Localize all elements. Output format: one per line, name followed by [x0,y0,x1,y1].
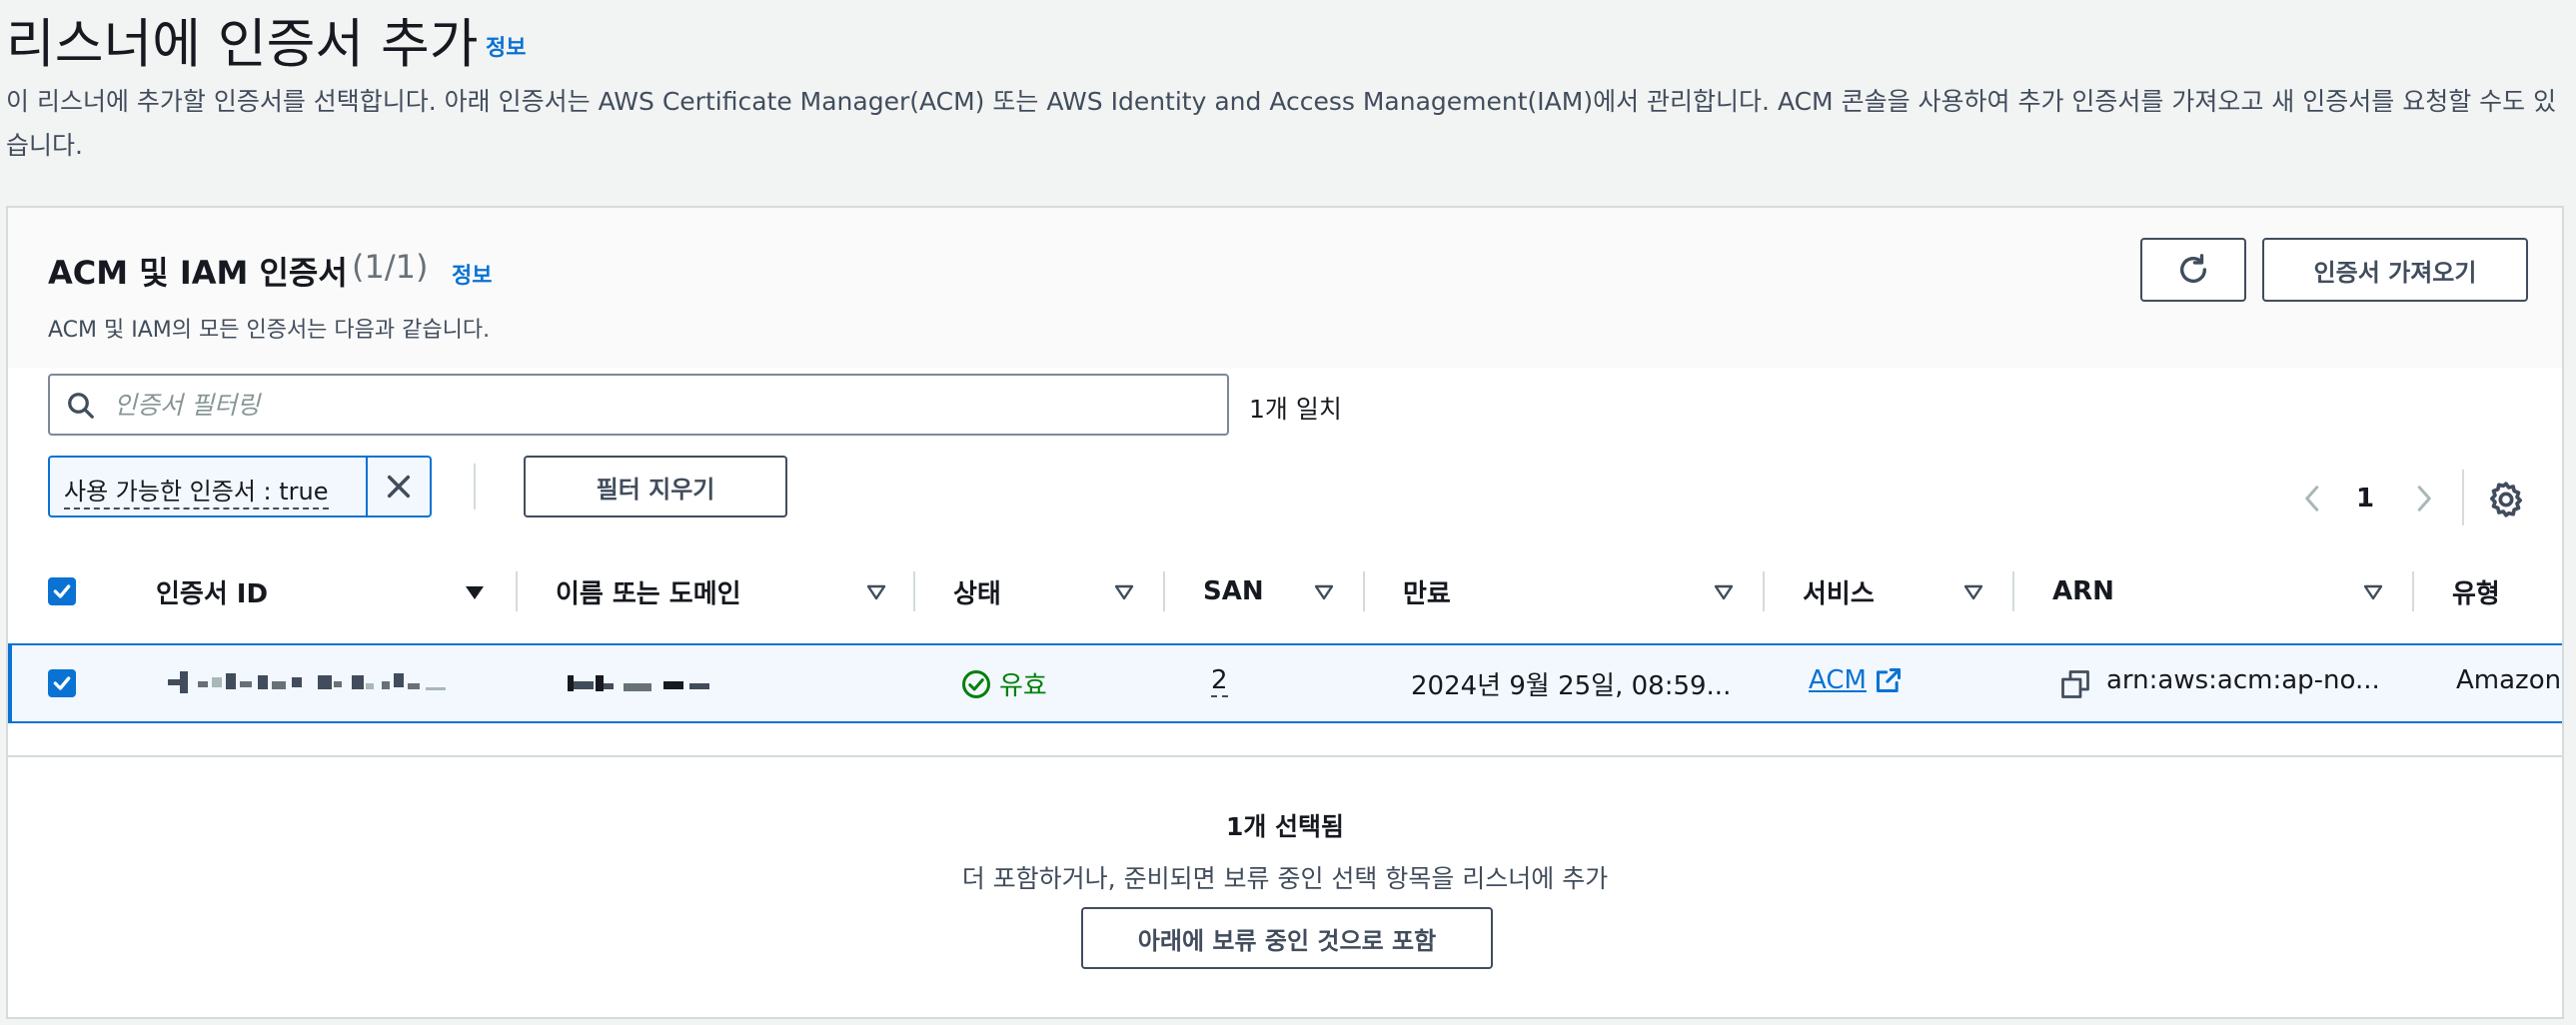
page-description: 이 리스너에 추가할 인증서를 선택합니다. 아래 인증서는 AWS Certi… [6,87,2557,160]
filter-token: 사용 가능한 인증서 : true [48,456,432,517]
san-count[interactable]: 2 [1211,665,1228,697]
page-title: 리스너에 인증서 추가 [6,14,479,75]
panel-count: (1/1) [352,248,429,286]
certificates-panel: ACM 및 IAM 인증서 (1/1) 정보 ACM 및 IAM의 모든 인증서… [6,206,2564,1019]
gear-icon[interactable] [2486,480,2526,519]
panel-description: ACM 및 IAM의 모든 인증서는 다음과 같습니다. [48,318,491,343]
column-divider[interactable] [1763,571,1765,611]
check-icon [53,584,71,598]
chevron-left-icon[interactable] [2298,484,2328,513]
row-checkbox[interactable] [48,669,76,697]
external-link-icon [1876,667,1901,693]
chevron-right-icon[interactable] [2408,484,2438,513]
refresh-button[interactable] [2140,238,2246,302]
service-link-label: ACM [1809,665,1867,695]
sort-icon[interactable] [1713,583,1735,601]
filter-token-label[interactable]: 사용 가능한 인증서 : true [64,472,329,510]
sort-icon[interactable] [865,583,887,601]
column-header-status[interactable]: 상태 [953,567,1001,615]
page-header: 리스너에 인증서 추가 정보 이 리스너에 추가할 인증서를 선택합니다. 아래… [0,0,2576,206]
check-icon [53,676,71,690]
include-pending-button[interactable]: 아래에 보류 중인 것으로 포함 [1081,907,1493,969]
certificate-filter [48,374,1229,436]
panel-title: ACM 및 IAM 인증서 [48,254,348,292]
column-header-arn[interactable]: ARN [2052,567,2114,615]
sort-icon[interactable] [1113,583,1135,601]
column-divider[interactable] [516,571,518,611]
search-input[interactable] [114,380,1213,430]
redacted-certificate-id [168,671,446,693]
column-header-certificate-id[interactable]: 인증서 ID [156,567,268,615]
arn-value: arn:aws:acm:ap-no... [2106,665,2380,695]
import-certificate-button[interactable]: 인증서 가져오기 [2262,238,2528,302]
column-header-expiry[interactable]: 만료 [1403,567,1451,615]
selected-count: 1개 선택됨 [1225,812,1345,841]
select-all-checkbox[interactable] [48,577,76,605]
sort-desc-icon[interactable] [464,583,486,601]
column-divider[interactable] [2012,571,2014,611]
status-badge: 유효 [961,665,1047,702]
panel-info-link[interactable]: 정보 [452,258,492,290]
page-info-link[interactable]: 정보 [486,30,526,62]
close-icon [387,475,411,499]
copy-icon[interactable] [2060,669,2090,699]
refresh-icon [2179,254,2207,283]
page-number[interactable]: 1 [2356,484,2374,513]
success-check-icon [962,669,990,698]
column-header-name-domain[interactable]: 이름 또는 도메인 [556,567,741,615]
service-link[interactable]: ACM [1809,665,1903,695]
sort-icon[interactable] [2362,583,2384,601]
sort-icon[interactable] [1313,583,1335,601]
column-divider[interactable] [913,571,915,611]
redacted-domain-name [568,675,709,691]
column-divider[interactable] [2412,571,2414,611]
match-count: 1개 일치 [1249,395,1342,424]
selection-summary: 1개 선택됨 더 포함하거나, 준비되면 보류 중인 선택 항목을 리스너에 추… [8,755,2562,1017]
column-header-san[interactable]: SAN [1203,567,1264,615]
clear-filters-button[interactable]: 필터 지우기 [524,456,787,517]
selection-hint: 더 포함하거나, 준비되면 보류 중인 선택 항목을 리스너에 추가 [961,864,1609,893]
filter-token-remove-button[interactable] [366,458,430,515]
column-divider[interactable] [1163,571,1165,611]
search-icon [68,393,94,419]
table-row[interactable]: 유효 2 2024년 9월 25일, 08:59... ACM arn:aws:… [8,643,2562,723]
status-text: 유효 [999,671,1047,701]
expiry-date: 2024년 9월 25일, 08:59... [1411,671,1732,701]
column-header-type[interactable]: 유형 [2452,567,2500,615]
divider [2462,470,2464,525]
divider [474,464,476,510]
column-divider[interactable] [1363,571,1365,611]
type-value: Amazon [2456,665,2562,695]
column-header-service[interactable]: 서비스 [1803,567,1875,615]
sort-icon[interactable] [1962,583,1984,601]
table-header: 인증서 ID 이름 또는 도메인 상태 SAN 만료 서비스 ARN 유형 [8,567,2562,615]
